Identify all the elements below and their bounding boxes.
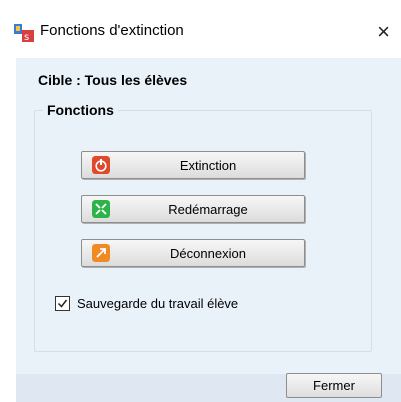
- logout-icon: [92, 244, 110, 262]
- functions-group: Fonctions Extinction Redémarrage Déconne…: [34, 102, 372, 352]
- logout-label: Déconnexion: [170, 246, 246, 261]
- restart-label: Redémarrage: [168, 202, 248, 217]
- close-icon: ×: [377, 19, 390, 44]
- group-legend: Fonctions: [43, 102, 118, 118]
- power-icon: [92, 156, 110, 174]
- shutdown-label: Extinction: [179, 158, 237, 173]
- window-title: Fonctions d'extinction: [40, 22, 184, 39]
- shutdown-button[interactable]: Extinction: [81, 151, 305, 179]
- restart-button[interactable]: Redémarrage: [81, 195, 305, 223]
- checkmark-icon: [57, 299, 68, 308]
- app-icon: s: [14, 24, 34, 42]
- save-work-checkbox-row[interactable]: Sauvegarde du travail élève: [55, 296, 238, 311]
- dialog-body: Cible : Tous les élèves Fonctions Extinc…: [16, 58, 401, 402]
- title-bar: s Fonctions d'extinction ×: [0, 0, 401, 60]
- target-label: Cible : Tous les élèves: [38, 72, 188, 88]
- save-work-checkbox[interactable]: [55, 296, 70, 311]
- save-work-label: Sauvegarde du travail élève: [77, 296, 239, 311]
- close-button[interactable]: Fermer: [286, 373, 382, 398]
- close-window-button[interactable]: ×: [366, 14, 401, 50]
- logout-button[interactable]: Déconnexion: [81, 239, 305, 267]
- restart-icon: [92, 200, 110, 218]
- svg-text:s: s: [24, 32, 29, 42]
